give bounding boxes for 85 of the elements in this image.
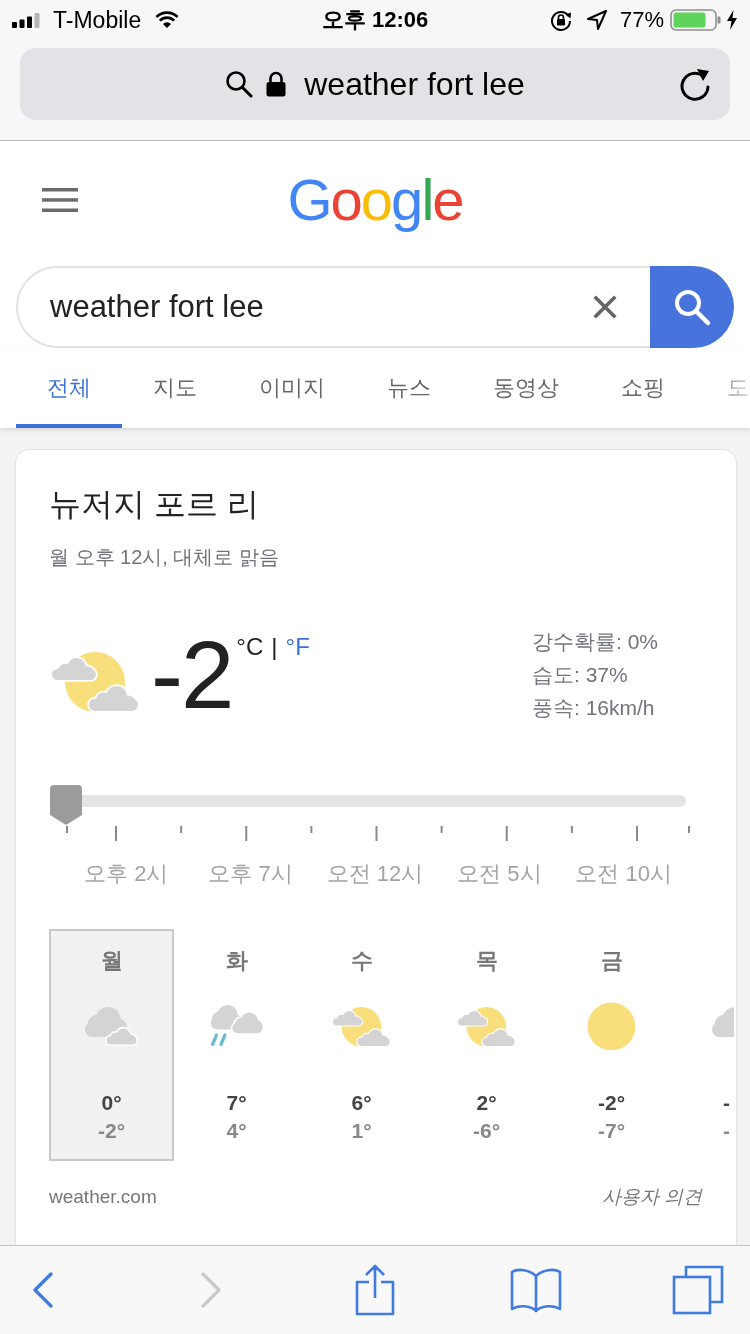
time-label: 오후 2시 <box>83 860 170 888</box>
time-slider[interactable] <box>50 785 686 825</box>
book-icon[interactable] <box>510 1267 562 1313</box>
high-temperature: - <box>722 1090 730 1116</box>
category-tab[interactable]: 지도 <box>122 348 228 428</box>
reload-icon[interactable] <box>678 66 712 102</box>
weather-detail: 강수확률: 0% <box>532 629 660 655</box>
high-temperature: 2° <box>476 1090 497 1116</box>
menu-icon[interactable] <box>42 187 78 212</box>
forecast-day[interactable]: 목 2° -6° <box>424 929 549 1161</box>
tick-mark <box>115 826 117 841</box>
tick-mark <box>636 826 638 841</box>
high-temperature: 7° <box>226 1090 247 1116</box>
search-button[interactable] <box>650 266 734 348</box>
address-bar[interactable]: weather fort lee <box>20 48 730 120</box>
signal-icon <box>12 12 41 28</box>
forecast-day[interactable]: 월 0° -2° <box>49 929 174 1161</box>
search-icon <box>672 287 712 327</box>
tick-mark <box>505 826 508 841</box>
weather-summary: 월 오후 12시, 대체로 맑음 <box>49 545 281 570</box>
share-icon[interactable] <box>355 1264 395 1316</box>
forecast-day[interactable]: 화 7° 4° <box>174 929 299 1161</box>
day-label: 월 <box>100 947 123 975</box>
carrier-name: T-Mobile <box>53 6 142 34</box>
day-label: 금 <box>600 947 623 975</box>
time-label: 오전 5시 <box>456 860 543 888</box>
battery-percent: 77% <box>619 7 664 33</box>
category-tab[interactable]: 뉴스 <box>356 348 462 428</box>
forecast-day[interactable]: 수 6° 1° <box>299 929 424 1161</box>
unit-separator: | <box>271 633 278 661</box>
lock-icon <box>266 71 287 97</box>
tabs-icon[interactable] <box>672 1265 724 1315</box>
high-temperature: 0° <box>101 1090 122 1116</box>
location-arrow-icon <box>585 9 608 31</box>
day-label: 목 <box>475 947 498 975</box>
feedback-link[interactable]: 사용자 의견 <box>601 1183 702 1211</box>
sun-cloud-icon <box>49 649 141 713</box>
tick-mark <box>375 826 378 841</box>
day-label: 화 <box>225 947 248 975</box>
clock-time: 오후 12:06 <box>321 6 429 34</box>
weather-detail: 풍속: 16km/h <box>532 695 656 721</box>
time-label: 오전 10시 <box>574 860 674 888</box>
orientation-lock-icon <box>548 8 573 32</box>
tick-mark <box>245 826 248 841</box>
url-text: weather fort lee <box>304 65 525 103</box>
slider-thumb[interactable] <box>50 785 82 825</box>
category-tab[interactable]: 쇼핑 <box>590 348 696 428</box>
current-temperature: -2 <box>151 627 233 723</box>
weather-detail: 습도: 37% <box>532 662 629 688</box>
charging-bolt-icon <box>726 10 738 30</box>
location-title: 뉴저지 포르 리 <box>49 485 260 524</box>
tick-mark <box>570 826 573 833</box>
sun-cloud-icon <box>456 1004 517 1048</box>
source-link[interactable]: weather.com <box>49 1183 157 1211</box>
wifi-icon <box>155 11 180 29</box>
time-label: 오전 12시 <box>325 860 425 888</box>
search-icon <box>225 70 254 98</box>
tick-mark <box>440 826 443 833</box>
sun-cloud-icon <box>331 1004 392 1048</box>
low-temperature: -6° <box>472 1118 501 1144</box>
tick-mark <box>688 826 690 833</box>
tick-mark <box>180 826 183 833</box>
clear-icon[interactable] <box>593 295 617 319</box>
low-temperature: 1° <box>351 1118 372 1144</box>
category-tab[interactable]: 동영상 <box>462 348 590 428</box>
search-field[interactable]: weather fort lee <box>16 266 650 348</box>
tick-mark <box>310 826 313 833</box>
forecast-day[interactable]: - - <box>674 929 736 1161</box>
time-label: 오후 7시 <box>207 860 294 888</box>
cloud-icon <box>83 1005 140 1047</box>
forecast-day[interactable]: 금 -2° -7° <box>549 929 674 1161</box>
category-tab[interactable]: 이미지 <box>228 348 356 428</box>
high-temperature: -2° <box>597 1090 626 1116</box>
tick-mark <box>66 826 68 833</box>
sun-icon <box>587 1001 636 1051</box>
high-temperature: 6° <box>351 1090 372 1116</box>
temperature-unit[interactable]: °F <box>285 633 310 661</box>
low-temperature: -7° <box>597 1118 626 1144</box>
low-temperature: - <box>722 1118 730 1144</box>
day-label: 수 <box>350 947 373 975</box>
temperature-unit[interactable]: °C <box>236 633 264 661</box>
battery-icon <box>670 9 721 31</box>
back-icon[interactable] <box>32 1272 54 1308</box>
low-temperature: 4° <box>226 1118 247 1144</box>
low-temperature: -2° <box>97 1118 126 1144</box>
